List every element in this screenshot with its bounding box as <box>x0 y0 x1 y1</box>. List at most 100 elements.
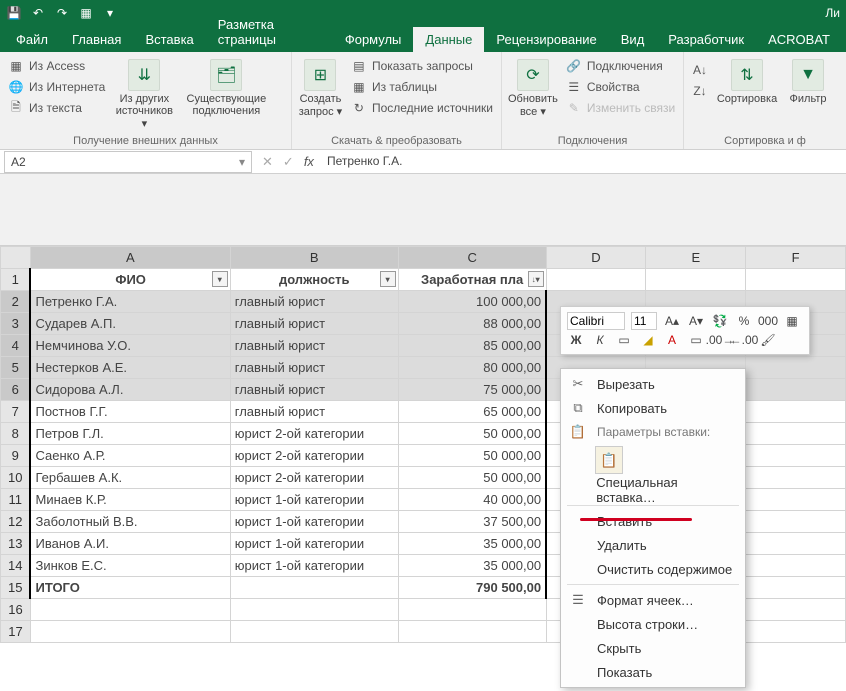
ctx-paste-special[interactable]: Специальная вставка… <box>561 478 745 502</box>
cell[interactable]: 65 000,00 <box>398 401 546 423</box>
row-header[interactable]: 13 <box>1 533 31 555</box>
cell[interactable]: юрист 2-ой категории <box>230 445 398 467</box>
cell[interactable]: 790 500,00 <box>398 577 546 599</box>
cell[interactable]: Нестерков А.Е. <box>30 357 230 379</box>
undo-icon[interactable]: ↶ <box>30 5 46 21</box>
tab-review[interactable]: Рецензирование <box>484 27 608 52</box>
font-size-select[interactable] <box>631 312 657 330</box>
recent-sources-button[interactable]: ↻Последние источники <box>349 99 495 117</box>
cell[interactable] <box>746 489 846 511</box>
ctx-copy[interactable]: ⧉Копировать <box>561 396 745 420</box>
cell[interactable] <box>746 379 846 401</box>
filter-button[interactable]: ▼Фильтр <box>784 55 832 134</box>
ctx-clear[interactable]: Очистить содержимое <box>561 557 745 581</box>
cell[interactable]: Петров Г.Л. <box>30 423 230 445</box>
cell[interactable]: юрист 2-ой категории <box>230 467 398 489</box>
cell[interactable]: Зинков Е.С. <box>30 555 230 577</box>
cell[interactable]: должность▾ <box>230 269 398 291</box>
row-header[interactable]: 11 <box>1 489 31 511</box>
cell[interactable]: Немчинова У.О. <box>30 335 230 357</box>
decrease-font-icon[interactable]: A▾ <box>687 312 705 330</box>
cell[interactable]: Саенко А.Р. <box>30 445 230 467</box>
cell[interactable]: 40 000,00 <box>398 489 546 511</box>
row-header[interactable]: 8 <box>1 423 31 445</box>
from-text-button[interactable]: 🗎Из текста <box>6 99 107 117</box>
tab-insert[interactable]: Вставка <box>133 27 205 52</box>
tab-view[interactable]: Вид <box>609 27 657 52</box>
cell[interactable]: 85 000,00 <box>398 335 546 357</box>
cell[interactable] <box>746 555 846 577</box>
row-header[interactable]: 5 <box>1 357 31 379</box>
cell[interactable]: 35 000,00 <box>398 555 546 577</box>
cell[interactable]: Заработная пла↓▾ <box>398 269 546 291</box>
row-header[interactable]: 15 <box>1 577 31 599</box>
cell[interactable]: Сударев А.П. <box>30 313 230 335</box>
col-header-D[interactable]: D <box>546 247 646 269</box>
existing-connections-button[interactable]: 🗂Существующие подключения <box>181 55 271 134</box>
col-header-F[interactable]: F <box>746 247 846 269</box>
row-header[interactable]: 6 <box>1 379 31 401</box>
cell[interactable] <box>746 357 846 379</box>
save-icon[interactable]: 💾 <box>6 5 22 21</box>
paste-default-button[interactable]: 📋 <box>595 446 623 474</box>
filter-dropdown-icon[interactable]: ↓▾ <box>528 271 544 287</box>
decrease-decimal-icon[interactable]: .00→ <box>711 331 729 349</box>
ctx-show[interactable]: Показать <box>561 660 745 684</box>
cell[interactable] <box>746 599 846 621</box>
cell[interactable]: главный юрист <box>230 335 398 357</box>
cell[interactable] <box>746 533 846 555</box>
properties-button[interactable]: ☰Свойства <box>564 78 677 96</box>
italic-button[interactable]: К <box>591 331 609 349</box>
bold-button[interactable]: Ж <box>567 331 585 349</box>
cell[interactable]: главный юрист <box>230 357 398 379</box>
fx-icon[interactable]: fx <box>304 154 314 169</box>
cell[interactable]: 100 000,00 <box>398 291 546 313</box>
col-header-C[interactable]: C <box>398 247 546 269</box>
row-header[interactable]: 2 <box>1 291 31 313</box>
cell[interactable] <box>30 599 230 621</box>
select-all-cell[interactable] <box>1 247 31 269</box>
row-header[interactable]: 10 <box>1 467 31 489</box>
new-query-button[interactable]: ⊞Создать запрос ▾ <box>298 55 343 134</box>
tab-developer[interactable]: Разработчик <box>656 27 756 52</box>
font-family-select[interactable] <box>567 312 625 330</box>
chevron-down-icon[interactable]: ▾ <box>239 155 245 169</box>
ctx-cut[interactable]: ✂Вырезать <box>561 372 745 396</box>
font-color-icon[interactable]: A <box>663 331 681 349</box>
row-header[interactable]: 3 <box>1 313 31 335</box>
cell[interactable] <box>746 511 846 533</box>
from-web-button[interactable]: 🌐Из Интернета <box>6 78 107 96</box>
cell[interactable] <box>746 577 846 599</box>
refresh-all-button[interactable]: ⟳Обновить все ▾ <box>508 55 558 134</box>
cancel-icon[interactable]: ✕ <box>262 154 273 170</box>
ctx-insert[interactable]: Вставить <box>561 509 745 533</box>
cell[interactable]: юрист 2-ой категории <box>230 423 398 445</box>
row-header[interactable]: 1 <box>1 269 31 291</box>
cell[interactable]: главный юрист <box>230 379 398 401</box>
cell[interactable]: 37 500,00 <box>398 511 546 533</box>
cell[interactable]: ФИО▾ <box>30 269 230 291</box>
cell[interactable] <box>30 621 230 643</box>
sort-asc-button[interactable]: A↓ <box>690 61 710 79</box>
sort-button[interactable]: ⇅Сортировка <box>716 55 778 134</box>
borders2-icon[interactable]: ▭ <box>687 331 705 349</box>
filter-dropdown-icon[interactable]: ▾ <box>212 271 228 287</box>
from-table-button[interactable]: ▦Из таблицы <box>349 78 495 96</box>
row-header[interactable]: 12 <box>1 511 31 533</box>
row-header[interactable]: 16 <box>1 599 31 621</box>
from-access-button[interactable]: ▦Из Access <box>6 57 107 75</box>
cell[interactable]: Минаев К.Р. <box>30 489 230 511</box>
fill-color-icon[interactable]: ◢ <box>639 331 657 349</box>
show-queries-button[interactable]: ▤Показать запросы <box>349 57 495 75</box>
cell[interactable]: юрист 1-ой категории <box>230 555 398 577</box>
cell[interactable]: Гербашев А.К. <box>30 467 230 489</box>
col-header-A[interactable]: A <box>30 247 230 269</box>
qat-more-icon[interactable]: ▦ <box>78 5 94 21</box>
percent-format-icon[interactable]: % <box>735 312 753 330</box>
tab-page-layout[interactable]: Разметка страницы <box>206 12 333 52</box>
cell[interactable] <box>746 269 846 291</box>
cell[interactable]: 75 000,00 <box>398 379 546 401</box>
increase-font-icon[interactable]: A▴ <box>663 312 681 330</box>
cell[interactable]: 50 000,00 <box>398 423 546 445</box>
ctx-hide[interactable]: Скрыть <box>561 636 745 660</box>
